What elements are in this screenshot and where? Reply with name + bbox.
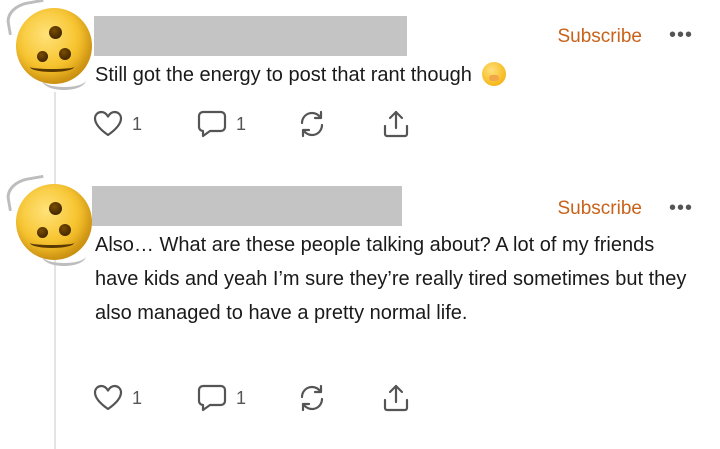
- avatar-mouth: [30, 238, 74, 248]
- avatar-swirl: [42, 70, 86, 90]
- share-icon: [383, 384, 409, 412]
- restack-icon: [300, 110, 324, 138]
- like-count: 1: [132, 113, 143, 134]
- avatar[interactable]: [3, 0, 92, 90]
- subscribe-button[interactable]: Subscribe: [558, 26, 643, 48]
- avatar-mouth: [30, 62, 74, 72]
- comment-actions: 1 1: [92, 106, 432, 142]
- comment-text: Also… What are these people talking abou…: [95, 234, 687, 324]
- restack-button[interactable]: [296, 106, 328, 142]
- comment: Subscribe ••• Also… What are these peopl…: [0, 172, 720, 449]
- avatar-dot: [37, 51, 48, 62]
- restack-button[interactable]: [296, 380, 328, 416]
- share-button[interactable]: [380, 106, 412, 142]
- avatar[interactable]: [3, 174, 92, 266]
- avatar-swirl: [3, 174, 49, 212]
- comment-actions: 1 1: [92, 380, 432, 416]
- hand-over-mouth-emoji-icon: [481, 61, 506, 86]
- reply-button[interactable]: 1: [196, 106, 246, 142]
- like-count: 1: [132, 387, 143, 408]
- reply-count: 1: [236, 387, 247, 408]
- comment-bubble-icon: [197, 110, 227, 138]
- avatar-dot: [37, 227, 48, 238]
- reply-count: 1: [236, 113, 247, 134]
- avatar-dot: [59, 224, 71, 236]
- redacted-username[interactable]: [94, 16, 407, 56]
- avatar-dot: [49, 26, 62, 39]
- avatar-dot: [59, 48, 71, 60]
- comment: Subscribe ••• Still got the energy to po…: [0, 0, 720, 170]
- share-button[interactable]: [380, 380, 412, 416]
- comment-bubble-icon: [197, 384, 227, 412]
- heart-icon: [93, 384, 123, 411]
- comment-text: Still got the energy to post that rant t…: [95, 58, 695, 92]
- subscribe-button[interactable]: Subscribe: [558, 198, 643, 220]
- share-icon: [383, 110, 409, 138]
- restack-icon: [300, 384, 324, 412]
- avatar-dot: [49, 202, 62, 215]
- like-button[interactable]: 1: [92, 380, 142, 416]
- redacted-username[interactable]: [92, 186, 402, 226]
- avatar-swirl: [42, 246, 86, 266]
- more-options-icon[interactable]: •••: [669, 198, 693, 218]
- avatar-swirl: [3, 0, 49, 36]
- reply-button[interactable]: 1: [196, 380, 246, 416]
- comment-text-content: Still got the energy to post that rant t…: [95, 64, 472, 86]
- like-button[interactable]: 1: [92, 106, 142, 142]
- heart-icon: [93, 110, 123, 137]
- comment-thread: Subscribe ••• Still got the energy to po…: [0, 0, 720, 449]
- more-options-icon[interactable]: •••: [669, 25, 693, 45]
